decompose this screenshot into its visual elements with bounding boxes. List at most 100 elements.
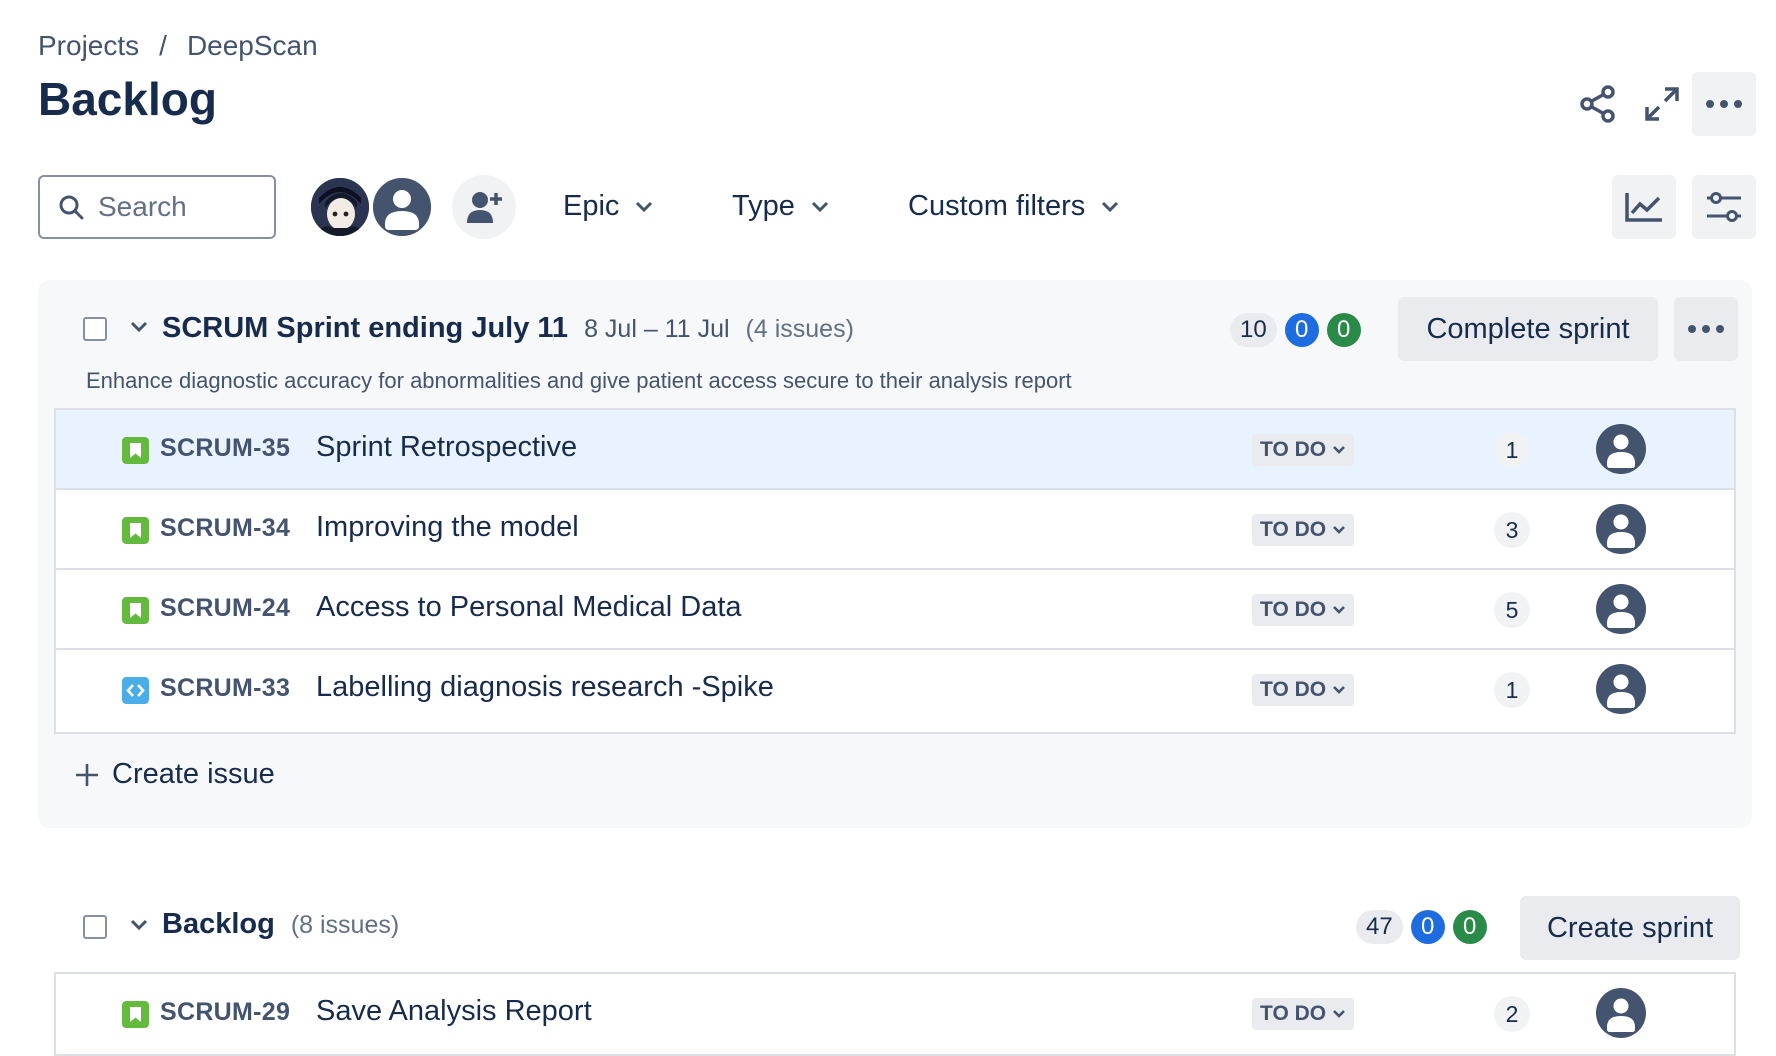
story-points-badge[interactable]: 5: [1494, 592, 1530, 628]
search-icon: [59, 195, 84, 220]
unassigned-avatar-icon[interactable]: [1596, 584, 1646, 634]
points-done-badge: 0: [1326, 313, 1361, 347]
add-user-icon: [467, 192, 502, 223]
settings-sliders-icon: [1707, 192, 1741, 222]
status-label: TO DO: [1260, 678, 1327, 701]
chevron-down-icon[interactable]: [130, 918, 148, 932]
issue-row[interactable]: SCRUM-35 Sprint Retrospective TO DO 1: [56, 410, 1734, 490]
type-filter-dropdown[interactable]: Type: [732, 190, 829, 223]
status-dropdown[interactable]: TO DO: [1252, 514, 1355, 546]
status-dropdown[interactable]: TO DO: [1252, 998, 1355, 1030]
expand-icon: [1645, 87, 1679, 121]
issue-key[interactable]: SCRUM-33: [160, 674, 290, 703]
unassigned-avatar-icon[interactable]: [1596, 664, 1646, 714]
chevron-down-icon: [1102, 201, 1119, 212]
issue-summary[interactable]: Access to Personal Medical Data: [316, 591, 742, 624]
story-icon: [122, 437, 149, 464]
insights-button[interactable]: [1612, 175, 1676, 239]
breadcrumb-projects-link[interactable]: Projects: [38, 30, 139, 62]
issue-summary[interactable]: Save Analysis Report: [316, 995, 592, 1028]
share-button[interactable]: [1566, 72, 1630, 136]
breadcrumb: Projects / DeepScan: [38, 30, 318, 62]
story-points-badge[interactable]: 2: [1494, 996, 1530, 1032]
create-sprint-button[interactable]: Create sprint: [1520, 896, 1740, 960]
issue-key[interactable]: SCRUM-24: [160, 594, 290, 623]
breadcrumb-project-link[interactable]: DeepScan: [187, 30, 318, 62]
chevron-down-icon: [1333, 526, 1346, 534]
status-label: TO DO: [1260, 518, 1327, 541]
issue-summary[interactable]: Improving the model: [316, 511, 579, 544]
points-inprogress-badge: 0: [1410, 910, 1445, 944]
status-label: TO DO: [1260, 438, 1327, 461]
issue-key[interactable]: SCRUM-29: [160, 998, 290, 1027]
issue-key[interactable]: SCRUM-34: [160, 514, 290, 543]
page-title: Backlog: [38, 73, 217, 125]
status-dropdown[interactable]: TO DO: [1252, 674, 1355, 706]
custom-filters-label: Custom filters: [908, 190, 1086, 222]
search-box[interactable]: [38, 175, 276, 239]
chevron-down-icon: [811, 201, 828, 212]
backlog-points-summary: 47 0 0: [1356, 910, 1487, 944]
epic-filter-label: Epic: [563, 190, 620, 222]
chevron-down-icon: [1333, 446, 1346, 454]
points-todo-badge: 47: [1356, 910, 1403, 944]
chevron-down-icon: [1333, 686, 1346, 694]
view-settings-button[interactable]: [1692, 175, 1756, 239]
chevron-down-icon[interactable]: [130, 320, 148, 334]
issue-row[interactable]: SCRUM-34 Improving the model TO DO 3: [56, 490, 1734, 570]
share-icon: [1580, 85, 1615, 123]
task-icon: [122, 677, 149, 704]
unassigned-avatar-icon[interactable]: [1596, 504, 1646, 554]
fullscreen-button[interactable]: [1630, 72, 1694, 136]
more-icon: [1688, 325, 1724, 333]
story-icon: [122, 597, 149, 624]
story-points-badge[interactable]: 1: [1494, 672, 1530, 708]
backlog-select-checkbox[interactable]: [83, 915, 107, 939]
sprint-points-summary: 10 0 0: [1230, 313, 1361, 347]
issue-summary[interactable]: Labelling diagnosis research -Spike: [316, 671, 774, 704]
sprint-title[interactable]: SCRUM Sprint ending July 11: [162, 312, 568, 345]
user-icon: [373, 178, 431, 236]
sprint-section: SCRUM Sprint ending July 11 8 Jul – 11 J…: [38, 280, 1752, 828]
search-input[interactable]: [96, 190, 270, 224]
sprint-issue-list: SCRUM-35 Sprint Retrospective TO DO 1 SC…: [54, 408, 1736, 734]
backlog-title: Backlog: [162, 908, 275, 940]
issue-row[interactable]: SCRUM-33 Labelling diagnosis research -S…: [56, 650, 1734, 732]
sprint-issue-count: (4 issues): [745, 315, 854, 343]
create-issue-button[interactable]: Create issue: [74, 758, 275, 791]
story-icon: [122, 1001, 149, 1028]
points-done-badge: 0: [1452, 910, 1487, 944]
points-todo-badge: 10: [1230, 313, 1277, 347]
story-points-badge[interactable]: 1: [1494, 432, 1530, 468]
status-dropdown[interactable]: TO DO: [1252, 434, 1355, 466]
plus-icon: [76, 763, 98, 786]
status-dropdown[interactable]: TO DO: [1252, 594, 1355, 626]
backlog-issue-count: (8 issues): [290, 911, 400, 939]
sprint-select-checkbox[interactable]: [83, 317, 107, 341]
complete-sprint-button[interactable]: Complete sprint: [1398, 297, 1658, 361]
custom-filters-dropdown[interactable]: Custom filters: [908, 190, 1119, 223]
breadcrumb-separator: /: [159, 30, 167, 61]
sprint-dates: 8 Jul – 11 Jul: [584, 315, 730, 343]
avatar[interactable]: [370, 175, 434, 239]
chart-line-icon: [1625, 193, 1662, 222]
add-people-button[interactable]: [452, 175, 516, 239]
chevron-down-icon: [1333, 606, 1346, 614]
status-label: TO DO: [1260, 598, 1327, 621]
points-inprogress-badge: 0: [1284, 313, 1319, 347]
type-filter-label: Type: [732, 190, 795, 222]
epic-filter-dropdown[interactable]: Epic: [563, 190, 653, 223]
chevron-down-icon: [636, 201, 653, 212]
sprint-goal: Enhance diagnostic accuracy for abnormal…: [86, 368, 1072, 393]
more-actions-button[interactable]: [1692, 72, 1756, 136]
avatar[interactable]: [308, 175, 372, 239]
unassigned-avatar-icon[interactable]: [1596, 424, 1646, 474]
chevron-down-icon: [1333, 1010, 1346, 1018]
issue-row[interactable]: SCRUM-24 Access to Personal Medical Data…: [56, 570, 1734, 650]
unassigned-avatar-icon[interactable]: [1596, 988, 1646, 1038]
issue-key[interactable]: SCRUM-35: [160, 434, 290, 463]
issue-row[interactable]: SCRUM-29 Save Analysis Report TO DO 2: [56, 974, 1734, 1056]
sprint-more-button[interactable]: [1674, 297, 1738, 361]
issue-summary[interactable]: Sprint Retrospective: [316, 431, 577, 464]
story-points-badge[interactable]: 3: [1494, 512, 1530, 548]
